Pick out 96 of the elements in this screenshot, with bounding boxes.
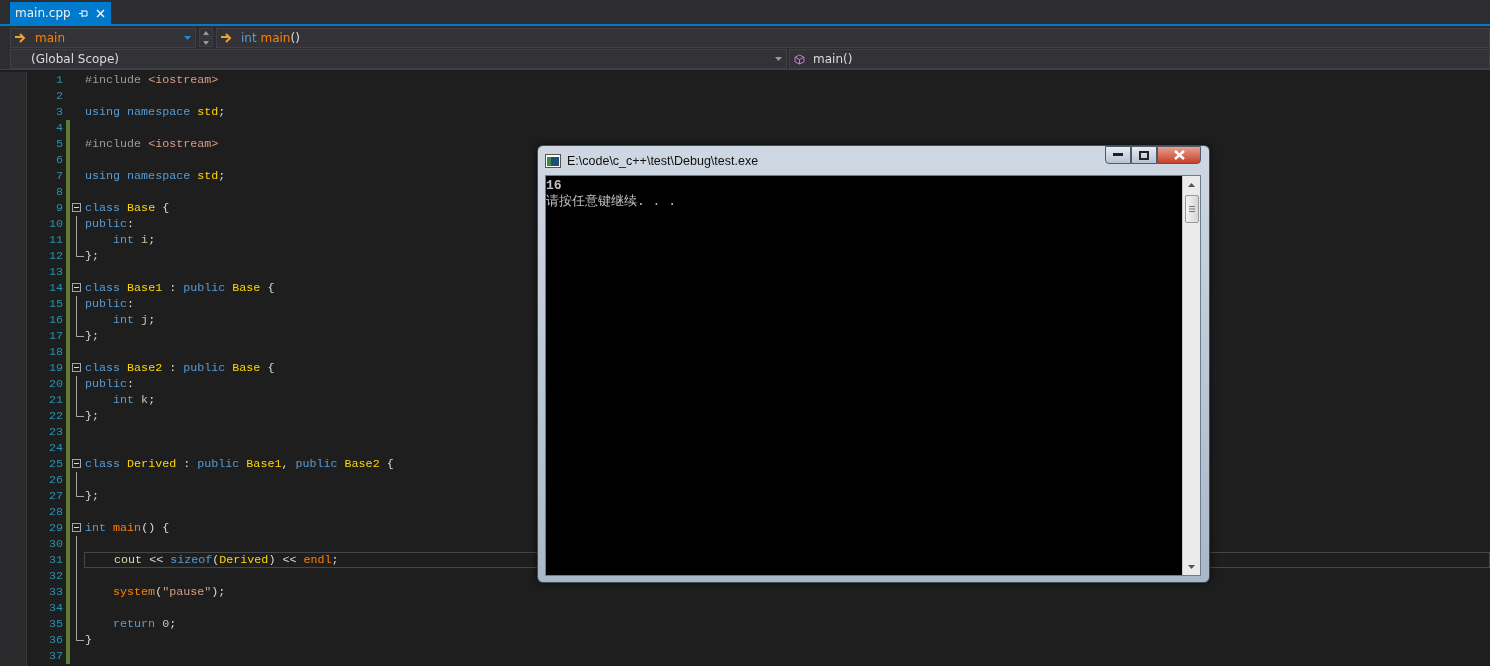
code-line: public:: [84, 216, 135, 232]
code-line: };: [84, 408, 100, 424]
code-line: int i;: [112, 232, 156, 248]
line-number: 23: [47, 425, 64, 439]
line-number: 3: [55, 105, 64, 119]
scroll-down-button[interactable]: [199, 38, 213, 47]
code-line: system("pause");: [112, 584, 226, 600]
code-line: }: [84, 632, 92, 648]
maximize-button[interactable]: [1131, 146, 1157, 164]
member-dropdown[interactable]: int main(): [216, 27, 1490, 48]
code-line: };: [84, 488, 100, 504]
line-number: 25: [47, 457, 64, 471]
line-number: 14: [47, 281, 64, 295]
line-number: 27: [47, 489, 64, 503]
scroll-thumb[interactable]: [1184, 195, 1199, 223]
line-number: 8: [55, 185, 64, 199]
close-icon: [1173, 150, 1185, 160]
caret-up-icon: [1188, 182, 1195, 187]
line-number: 28: [47, 505, 64, 519]
line-number: 16: [47, 313, 64, 327]
collapse-icon[interactable]: [72, 203, 81, 212]
code-line: };: [84, 248, 100, 264]
code-line: return 0;: [112, 616, 177, 632]
line-number: 34: [47, 601, 64, 615]
line-number: 35: [47, 617, 64, 631]
line-number: 17: [47, 329, 64, 343]
maximize-icon: [1139, 150, 1149, 160]
code-line: class Base2 : public Base {: [84, 360, 275, 376]
close-icon[interactable]: [95, 8, 105, 18]
code-line: int k;: [112, 392, 156, 408]
line-number: 12: [47, 249, 64, 263]
scroll-up-button[interactable]: [199, 28, 213, 37]
code-line: cout << sizeof(Derived) << endl;: [113, 553, 339, 567]
code-line: #include <iostream>: [84, 72, 219, 88]
arrow-icon: [15, 32, 27, 43]
code-line: class Base1 : public Base {: [84, 280, 275, 296]
line-number: 33: [47, 585, 64, 599]
console-output-line: 请按任意键继续. . .: [546, 194, 676, 210]
minimize-icon: [1113, 153, 1123, 157]
scrollbar[interactable]: [1182, 176, 1200, 575]
scope-dropdown[interactable]: (Global Scope): [10, 49, 787, 69]
collapse-icon[interactable]: [72, 459, 81, 468]
line-number: 22: [47, 409, 64, 423]
line-number: 10: [47, 217, 64, 231]
minimize-button[interactable]: [1105, 146, 1131, 164]
line-number: 31: [47, 553, 64, 567]
console-output-line: 16: [546, 178, 562, 194]
caret-down-icon: [1188, 564, 1195, 569]
pin-icon[interactable]: [78, 8, 88, 18]
code-line: class Base {: [84, 200, 170, 216]
line-number: 6: [55, 153, 64, 167]
line-number: 11: [47, 233, 64, 247]
line-number: 9: [55, 201, 64, 215]
code-line: #include <iostream>: [84, 136, 219, 152]
line-number: 24: [47, 441, 64, 455]
project-dropdown[interactable]: main: [10, 27, 196, 48]
line-number: 1: [55, 73, 64, 87]
collapse-icon[interactable]: [72, 363, 81, 372]
caret-icon: [184, 35, 191, 40]
line-number: 32: [47, 569, 64, 583]
grip-icon: [1188, 206, 1195, 212]
code-line: int main() {: [84, 520, 170, 536]
caret-icon: [775, 57, 782, 61]
code-line: using namespace std;: [84, 104, 226, 120]
line-number: 29: [47, 521, 64, 535]
collapse-icon[interactable]: [72, 523, 81, 532]
caret-down-icon: [203, 40, 209, 45]
console-app-icon: [545, 153, 561, 168]
line-number: 30: [47, 537, 64, 551]
line-number: 13: [47, 265, 64, 279]
function-dropdown[interactable]: main(): [789, 49, 1490, 69]
code-line: };: [84, 328, 100, 344]
line-number: 4: [55, 121, 64, 135]
collapse-icon[interactable]: [72, 283, 81, 292]
file-tab[interactable]: main.cpp: [10, 2, 111, 24]
line-number: 36: [47, 633, 64, 647]
line-number: 21: [47, 393, 64, 407]
code-line: int j;: [112, 312, 156, 328]
line-number: 15: [47, 297, 64, 311]
line-number: 7: [55, 169, 64, 183]
code-line: class Derived : public Base1, public Base2 {: [84, 456, 394, 472]
line-number: 26: [47, 473, 64, 487]
line-number: 19: [47, 361, 64, 375]
code-line: using namespace std;: [84, 168, 226, 184]
line-number: 37: [47, 649, 64, 663]
line-number: 5: [55, 137, 64, 151]
window-title: E:\code\c_c++\test\Debug\test.exe: [567, 153, 759, 168]
arrow-icon: [221, 32, 233, 43]
code-line: public:: [84, 296, 135, 312]
line-number: 18: [47, 345, 64, 359]
line-number: 2: [55, 89, 64, 103]
close-button[interactable]: [1157, 146, 1201, 164]
code-line: public:: [84, 376, 135, 392]
line-number: 20: [47, 377, 64, 391]
cube-icon: [794, 53, 805, 65]
caret-up-icon: [203, 30, 209, 35]
